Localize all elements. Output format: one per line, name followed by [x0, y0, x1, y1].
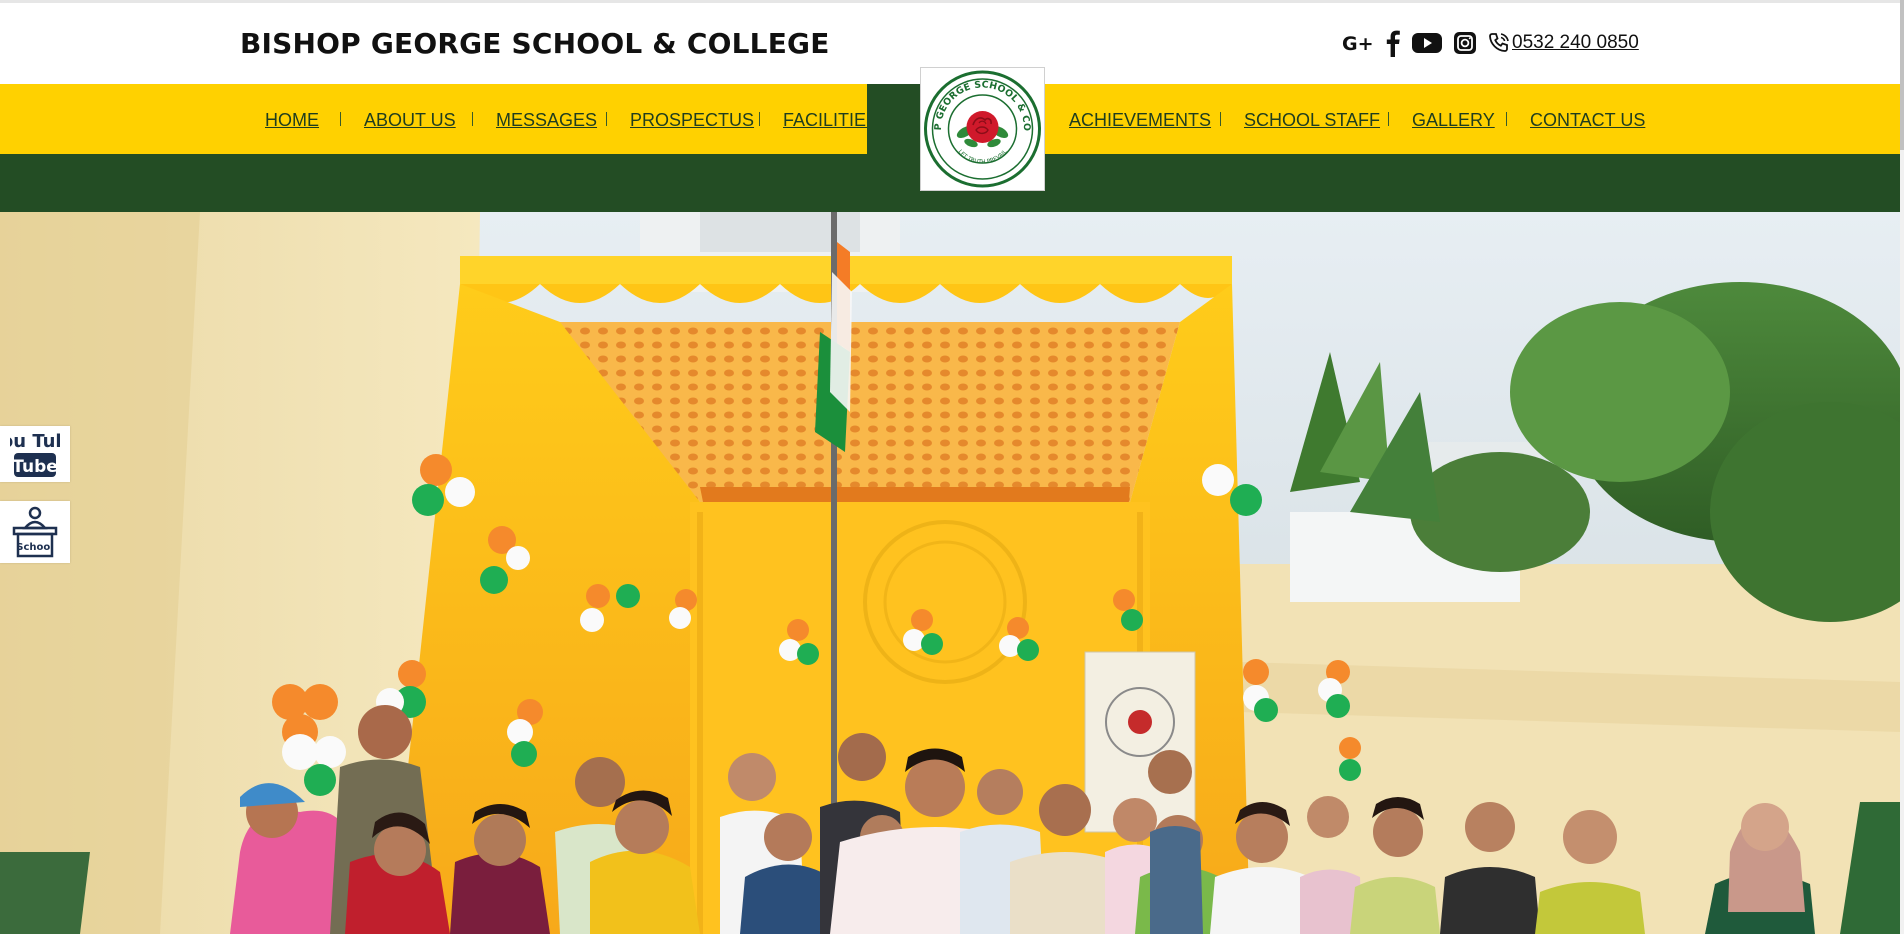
scrollbar-thumb[interactable] — [1900, 0, 1904, 150]
social-links: G+ 0532 240 0850 — [1342, 27, 1639, 59]
nav-divider — [1220, 112, 1221, 126]
svg-text:Tube: Tube — [12, 457, 58, 477]
instagram-icon[interactable] — [1453, 31, 1477, 55]
nav-divider — [606, 112, 607, 126]
nav-contact-us[interactable]: CONTACT US — [1530, 110, 1645, 131]
nav-divider — [759, 112, 760, 126]
nav-divider — [1506, 112, 1507, 126]
youtube-icon[interactable] — [1412, 32, 1442, 54]
phone-number: 0532 240 0850 — [1512, 32, 1639, 53]
nav-messages[interactable]: MESSAGES — [496, 110, 597, 131]
facebook-icon[interactable] — [1385, 29, 1401, 57]
site-title[interactable]: BISHOP GEORGE SCHOOL & COLLEGE — [240, 27, 830, 60]
nav-gallery[interactable]: GALLERY — [1412, 110, 1495, 131]
page-scrollbar[interactable] — [1900, 0, 1904, 934]
nav-divider — [472, 112, 473, 126]
phone-icon — [1488, 32, 1510, 54]
google-plus-icon[interactable]: G+ — [1342, 31, 1374, 55]
school-podium-button[interactable]: School — [0, 501, 70, 563]
phone-link[interactable]: 0532 240 0850 — [1488, 32, 1639, 54]
nav-home[interactable]: HOME — [265, 110, 319, 131]
school-logo[interactable]: BISHOP GEORGE SCHOOL & COLLEGE LET TRUTH… — [917, 60, 1045, 191]
nav-divider — [1388, 112, 1389, 126]
svg-text:School: School — [16, 542, 53, 553]
youtube-side-button[interactable]: You Tube Tube — [0, 426, 70, 482]
nav-about-us[interactable]: ABOUT US — [364, 110, 456, 131]
nav-facilities[interactable]: FACILITIES — [783, 110, 878, 131]
nav-divider — [340, 112, 341, 126]
svg-text:G+: G+ — [1342, 33, 1374, 55]
nav-achievements[interactable]: ACHIEVEMENTS — [1069, 110, 1211, 131]
hero-photo — [0, 212, 1900, 934]
svg-text:You Tube: You Tube — [10, 431, 60, 452]
nav-prospectus[interactable]: PROSPECTUS — [630, 110, 754, 131]
nav-school-staff[interactable]: SCHOOL STAFF — [1244, 110, 1380, 131]
